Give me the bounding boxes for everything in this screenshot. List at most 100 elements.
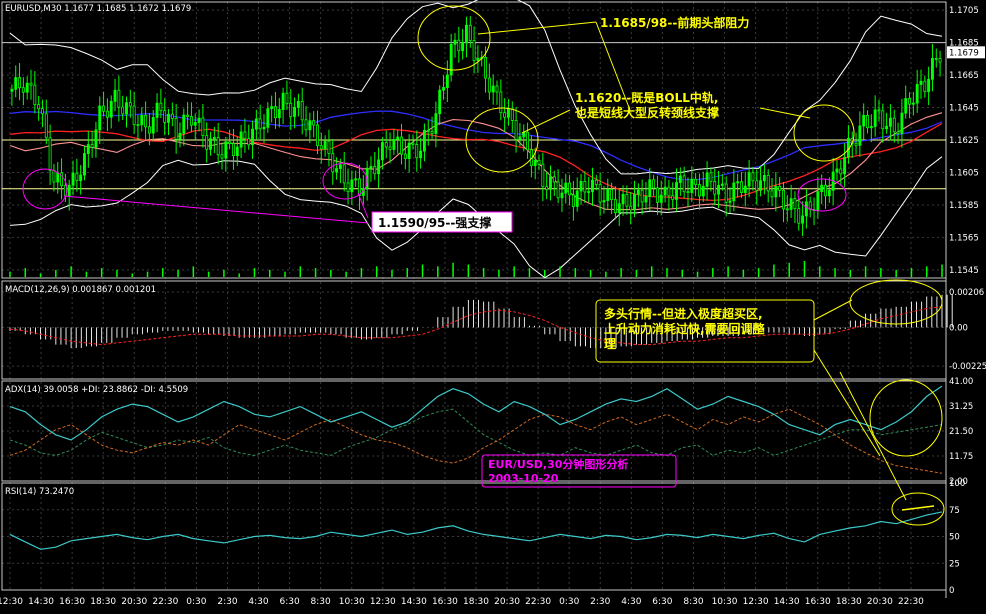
candle-body [541,163,545,188]
candle-body [10,88,14,92]
macd-tick-label: -0.00225 [949,362,986,372]
candle-body [419,150,423,159]
candle-body [105,110,109,118]
candle-body [457,39,461,52]
forex-chart-window: 12:30 14:30 16:30 18:30 20:30 22:30 0:30 2:30 4:… [0,0,986,610]
candle-body [491,85,495,93]
candle-body [663,186,667,196]
candle-body [254,118,258,130]
candle-body [560,192,564,199]
candle-body [487,77,491,93]
candle-body [335,168,339,173]
last-price-label: 1.1679 [949,48,979,58]
candle-body [717,185,720,195]
candle-body [37,104,41,110]
adx-tick-label: 11.75 [949,452,973,462]
candle-body [228,141,232,144]
candle-body [640,189,644,203]
candle-body [29,82,33,86]
rsi-tick-label: 50 [949,533,960,543]
candle-body [342,164,346,184]
candle-body [369,166,373,169]
candle-body [189,116,193,126]
resistance-circle [417,5,491,71]
candle-body [575,190,579,207]
rsi-tick-label: 100 [949,479,965,489]
candle-body [881,110,885,130]
candle-body [86,144,90,154]
arrow-support-left [63,195,369,224]
candle-body [602,200,606,203]
candle-body [652,179,656,189]
candle-body [778,186,782,191]
x-tick-label: 18:30 [90,597,116,607]
candle-body [293,107,297,117]
chart-title-line-1: EUR/USD,30分钟图形分析 [488,457,628,471]
candle-body [174,118,178,140]
candle-body [824,184,827,197]
candle-body [98,105,102,131]
candle-body [136,124,140,127]
candle-body [388,146,392,150]
x-tick-label: 8:30 [683,597,703,607]
x-tick-label: 2:30 [590,597,610,607]
candle-body [403,153,407,159]
candle-body [732,182,736,202]
x-tick-label: 10:30 [712,597,738,607]
x-tick-label: 22:30 [152,597,178,607]
candle-body [877,109,881,112]
x-tick-label: 18:30 [836,597,862,607]
candle-body [709,172,713,182]
candle-body [400,136,403,155]
candle-body [931,57,934,80]
candle-body [140,114,144,126]
candle-body [919,80,923,85]
candle-body [476,57,480,61]
candle-body [327,140,331,155]
candle-body [465,24,468,44]
candle-body [193,122,197,126]
price-tick-label: 1.1565 [949,233,979,243]
candle-body [552,176,556,183]
candle-body [816,191,820,211]
candle-body [866,115,869,129]
x-tick-label: 18:30 [463,597,489,607]
annotation-support: 1.1590/95--强支撑 [378,215,491,230]
candle-body [33,84,37,106]
adx-panel[interactable] [9,385,943,474]
candle-body [587,191,591,193]
candle-body [170,113,174,119]
x-tick-label: 0:30 [186,597,206,607]
candle-body [934,57,938,60]
candle-body [598,184,602,203]
candle-body [938,58,942,63]
macd-panel[interactable] [9,294,953,349]
candle-body [316,124,319,147]
candle-body [163,110,167,123]
rsi-tick-label: 25 [949,559,960,569]
price-panel[interactable] [2,0,946,279]
candle-body [740,181,743,193]
candle-body [384,142,388,148]
price-tick-label: 1.1665 [949,71,979,81]
candle-body [686,191,690,194]
candle-body [720,183,724,186]
candle-body [678,175,682,183]
candle-body [323,140,327,150]
candle-body [373,166,377,175]
candle-body [854,143,858,146]
x-tick-label: 14:30 [774,597,800,607]
candle-body [804,201,808,217]
candle-body [682,175,686,193]
x-tick-label: 16:30 [432,597,458,607]
candle-body [128,102,132,107]
x-tick-label: 16:30 [59,597,85,607]
candle-body [499,91,503,114]
candle-body [205,135,209,150]
x-tick-label: 20:30 [867,597,893,607]
candle-body [869,126,873,129]
price-tick-label: 1.1625 [949,136,979,146]
rsi-tick-label: 75 [949,506,960,516]
macd-note-line: 多头行情--但进入极度超买区, [604,306,763,321]
candle-body [785,208,789,211]
